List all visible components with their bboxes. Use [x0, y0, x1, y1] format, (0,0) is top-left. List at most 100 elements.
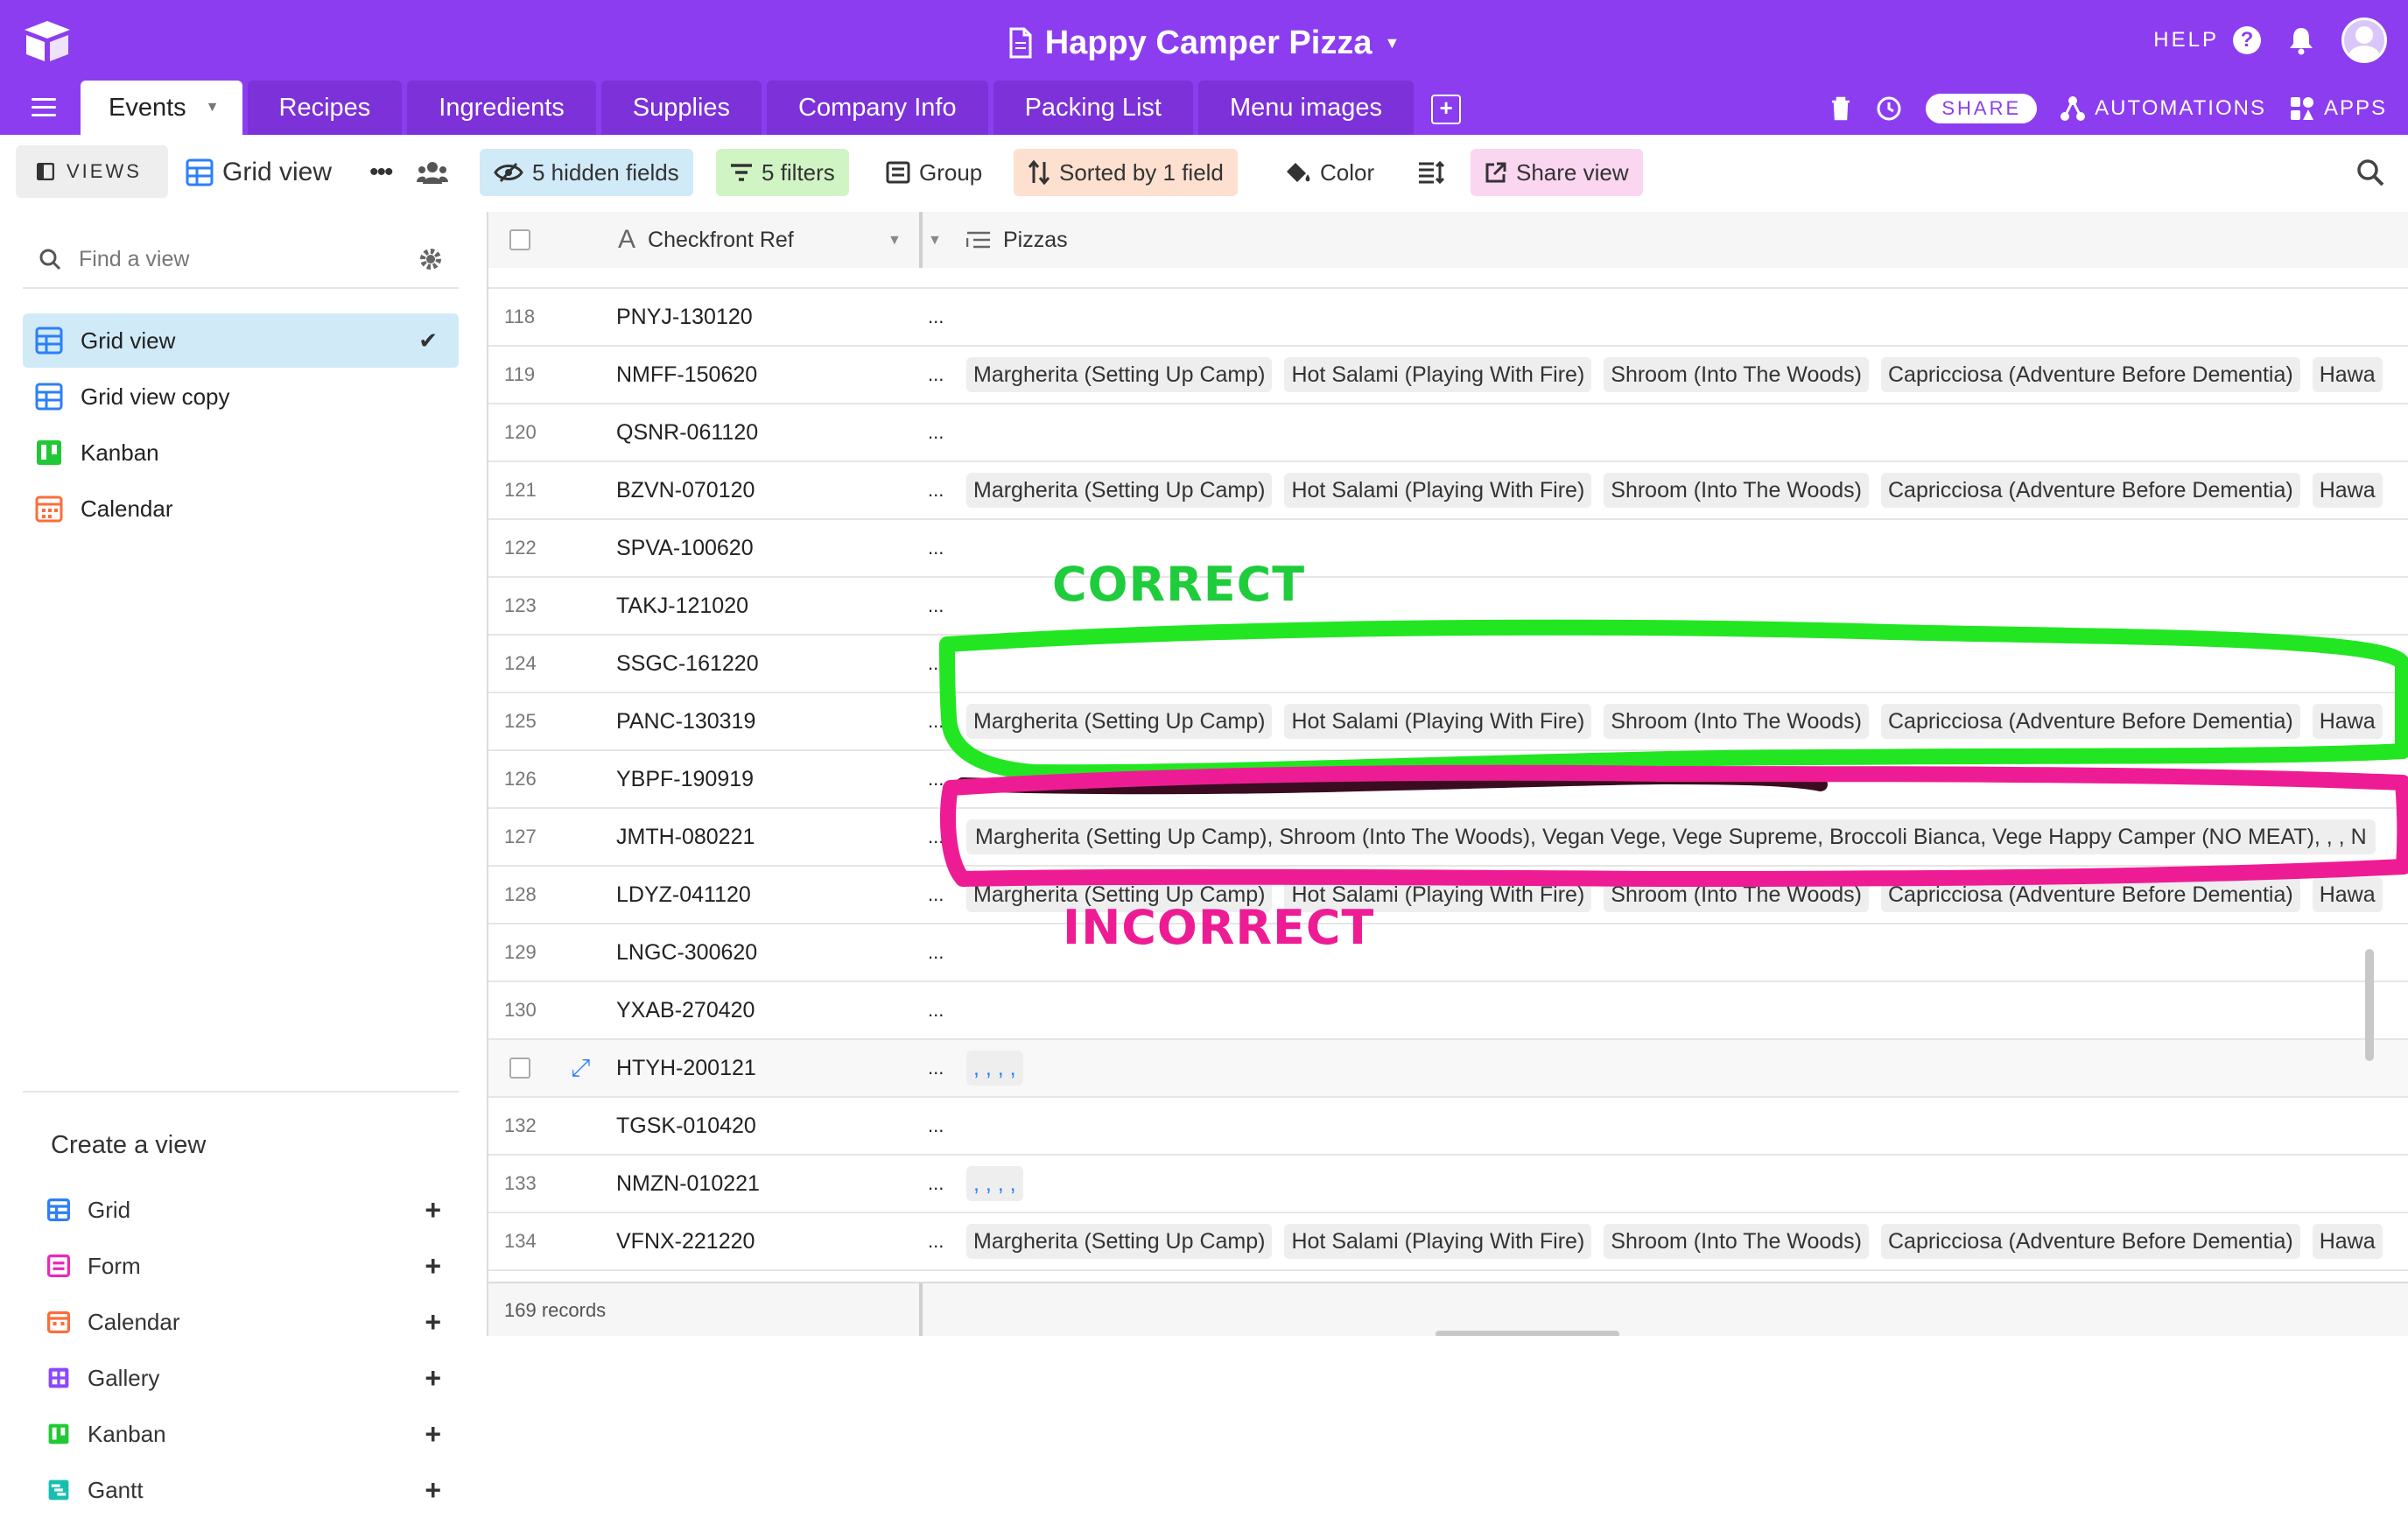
plus-icon[interactable]: +: [425, 1362, 441, 1395]
hidden-cell-ellipsis[interactable]: ...: [923, 809, 954, 865]
chevron-down-icon[interactable]: ▼: [928, 233, 942, 249]
tab-packing-list[interactable]: Packing List: [993, 81, 1193, 135]
plus-icon[interactable]: +: [425, 1418, 441, 1451]
share-button[interactable]: SHARE: [1926, 94, 2038, 123]
checkfront-ref-cell[interactable]: BZVN-070120: [616, 462, 755, 518]
chevron-down-icon[interactable]: ▼: [888, 233, 902, 249]
find-view-search[interactable]: Find a view: [23, 231, 459, 289]
trash-icon[interactable]: [1829, 95, 1852, 122]
table-row[interactable]: ⤢ HTYH-200121... , , , ,: [488, 1040, 2408, 1098]
checkfront-ref-cell[interactable]: HTYH-200121: [616, 1040, 756, 1096]
frozen-column-divider[interactable]: [919, 212, 923, 268]
apps-button[interactable]: APPS: [2289, 95, 2387, 122]
hidden-cell-ellipsis[interactable]: ...: [923, 1098, 954, 1154]
checkfront-ref-cell[interactable]: QSNR-061120: [616, 404, 758, 460]
hidden-cell-ellipsis[interactable]: ...: [923, 404, 954, 460]
checkfront-ref-cell[interactable]: TAKJ-121020: [616, 578, 748, 634]
pizzas-cell[interactable]: Margherita (Setting Up Camp) Hot Salami (…: [966, 1224, 2383, 1259]
vertical-scrollbar[interactable]: [2365, 949, 2374, 1061]
pizza-chip[interactable]: Shroom (Into The Woods): [1604, 1224, 1869, 1259]
hidden-fields-button[interactable]: 5 hidden fields: [480, 149, 693, 196]
pizza-chip[interactable]: Margherita (Setting Up Camp), Shroom (In…: [966, 819, 2376, 854]
pizza-chip[interactable]: Shroom (Into The Woods): [1604, 357, 1869, 392]
pizza-chip[interactable]: Margherita (Setting Up Camp): [966, 357, 1273, 392]
checkfront-ref-cell[interactable]: JMTH-080221: [616, 809, 755, 865]
pizza-chip[interactable]: , , , ,: [966, 1051, 1023, 1086]
checkfront-ref-cell[interactable]: PNYJ-130120: [616, 289, 753, 345]
table-row[interactable]: 132 TGSK-010420...: [488, 1098, 2408, 1156]
pizzas-cell[interactable]: , , , ,: [966, 1166, 1023, 1201]
checkfront-ref-cell[interactable]: LNGC-300620: [616, 924, 757, 980]
hidden-cell-ellipsis[interactable]: ...: [923, 1213, 954, 1269]
hidden-cell-ellipsis[interactable]: ...: [923, 924, 954, 980]
pizza-chip[interactable]: Capricciosa (Adventure Before Dementia): [1881, 877, 2300, 912]
hidden-cell-ellipsis[interactable]: ...: [923, 1156, 954, 1212]
pizza-chip[interactable]: Hawa: [2312, 473, 2383, 508]
hidden-cell-ellipsis[interactable]: ...: [923, 693, 954, 749]
current-view-button[interactable]: Grid view: [179, 149, 339, 196]
hidden-cell-ellipsis[interactable]: ...: [923, 347, 954, 403]
pizzas-cell[interactable]: Margherita (Setting Up Camp) Hot Salami (…: [966, 704, 2383, 739]
checkfront-ref-cell[interactable]: NMFF-150620: [616, 347, 757, 403]
chevron-down-icon[interactable]: ▼: [206, 100, 220, 116]
base-title-button[interactable]: Happy Camper Pizza ▼: [1008, 12, 1400, 74]
hidden-cell-ellipsis[interactable]: ...: [923, 1040, 954, 1096]
pizzas-cell[interactable]: , , , ,: [966, 1051, 1023, 1086]
create-gantt-button[interactable]: Gantt +: [47, 1462, 459, 1518]
group-button[interactable]: Group: [872, 149, 996, 196]
pizza-chip[interactable]: Shroom (Into The Woods): [1604, 704, 1869, 739]
color-button[interactable]: Color: [1269, 149, 1388, 196]
column-header-pizzas[interactable]: Pizzas: [966, 212, 1068, 268]
table-row[interactable]: LXAB-070121: [488, 268, 2408, 289]
more-options-icon[interactable]: •••: [355, 149, 406, 196]
share-view-button[interactable]: Share view: [1471, 149, 1643, 196]
automations-button[interactable]: AUTOMATIONS: [2060, 95, 2266, 122]
checkfront-ref-cell[interactable]: LXAB-070121: [616, 268, 753, 285]
tab-recipes[interactable]: Recipes: [247, 81, 403, 135]
history-icon[interactable]: [1875, 95, 1903, 123]
pizza-chip[interactable]: Hot Salami (Playing With Fire): [1284, 1224, 1592, 1259]
pizza-chip[interactable]: Hawa: [2312, 877, 2383, 912]
pizza-chip[interactable]: Capricciosa (Adventure Before Dementia): [1881, 357, 2300, 392]
view-item-calendar[interactable]: Calendar: [23, 481, 459, 536]
tab-supplies[interactable]: Supplies: [600, 81, 762, 135]
bell-icon[interactable]: [2287, 25, 2315, 55]
hidden-cell-ellipsis[interactable]: ...: [923, 578, 954, 634]
checkfront-ref-cell[interactable]: SSGC-161220: [616, 636, 759, 692]
table-row[interactable]: 121 BZVN-070120... Margherita (Setting Up …: [488, 462, 2408, 520]
pizza-chip[interactable]: Hawa: [2312, 704, 2383, 739]
find-view-input[interactable]: Find a view: [79, 247, 189, 272]
plus-icon[interactable]: +: [425, 1250, 441, 1283]
pizzas-cell[interactable]: Margherita (Setting Up Camp) Hot Salami (…: [966, 473, 2383, 508]
filters-button[interactable]: 5 filters: [716, 149, 849, 196]
table-row[interactable]: 127 JMTH-080221... Margherita (Setting Up …: [488, 809, 2408, 867]
select-all-checkbox[interactable]: [509, 229, 530, 250]
pizza-chip[interactable]: Capricciosa (Adventure Before Dementia): [1881, 704, 2300, 739]
hidden-cell-ellipsis[interactable]: ...: [923, 867, 954, 923]
table-row[interactable]: 130 YXAB-270420...: [488, 982, 2408, 1040]
help-icon[interactable]: ?: [2233, 26, 2261, 54]
table-row[interactable]: 129 LNGC-300620...: [488, 924, 2408, 982]
table-row[interactable]: 119 NMFF-150620... Margherita (Setting Up …: [488, 347, 2408, 404]
table-row[interactable]: 118 PNYJ-130120...: [488, 289, 2408, 347]
collaborators-icon[interactable]: [403, 149, 462, 196]
create-calendar-button[interactable]: Calendar +: [47, 1294, 459, 1350]
table-row[interactable]: 125 PANC-130319... Margherita (Setting Up …: [488, 693, 2408, 751]
create-grid-button[interactable]: Grid +: [47, 1182, 459, 1238]
table-row[interactable]: 134 VFNX-221220... Margherita (Setting Up …: [488, 1213, 2408, 1271]
row-checkbox[interactable]: [509, 1058, 530, 1079]
view-item-grid-view[interactable]: Grid view ✔: [23, 313, 459, 368]
search-icon[interactable]: [2355, 158, 2385, 187]
hidden-cell-ellipsis[interactable]: ...: [923, 462, 954, 518]
hidden-cell-ellipsis[interactable]: ...: [923, 289, 954, 345]
hidden-cell-ellipsis[interactable]: ...: [923, 520, 954, 576]
checkfront-ref-cell[interactable]: YBPF-190919: [616, 751, 754, 807]
views-toggle-button[interactable]: VIEWS: [16, 145, 168, 198]
view-item-grid-view-copy[interactable]: Grid view copy: [23, 369, 459, 424]
pizza-chip[interactable]: Margherita (Setting Up Camp): [966, 704, 1273, 739]
pizza-chip[interactable]: Margherita (Setting Up Camp): [966, 1224, 1273, 1259]
pizza-chip[interactable]: Shroom (Into The Woods): [1604, 473, 1869, 508]
column-header-checkfront-ref[interactable]: A Checkfront Ref: [618, 212, 794, 268]
hidden-cell-ellipsis[interactable]: ...: [923, 751, 954, 807]
create-gallery-button[interactable]: Gallery +: [47, 1350, 459, 1406]
